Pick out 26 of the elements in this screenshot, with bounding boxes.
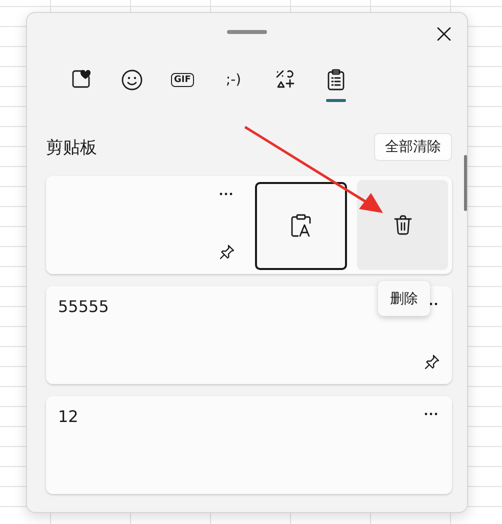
item-text: 55555: [58, 297, 109, 316]
paste-as-text-icon: [290, 214, 312, 238]
smiley-icon: [120, 69, 142, 91]
close-icon: [437, 27, 451, 41]
pin-icon[interactable]: [219, 244, 235, 260]
tooltip: 删除: [378, 281, 430, 316]
item-text: 12: [58, 407, 78, 426]
pin-icon[interactable]: [424, 354, 440, 370]
scrollbar[interactable]: [464, 155, 467, 211]
kaomoji-label: ;-): [226, 71, 242, 90]
trash-icon: [394, 215, 412, 235]
heart-card-icon: [70, 69, 90, 89]
kaomoji-tab[interactable]: ;-): [208, 69, 259, 109]
drag-handle[interactable]: [227, 30, 267, 34]
clipboard-item[interactable]: 12: [46, 396, 452, 494]
symbols-icon: [274, 69, 294, 89]
delete-button[interactable]: [357, 180, 448, 270]
paste-as-text-button[interactable]: [255, 182, 347, 270]
clear-all-button[interactable]: 全部清除: [374, 133, 452, 161]
clipboard-icon: [326, 69, 344, 91]
section-title: 剪贴板: [46, 136, 97, 158]
gif-tab[interactable]: GIF: [157, 69, 208, 109]
more-icon[interactable]: [217, 190, 235, 198]
gif-label: GIF: [171, 73, 194, 87]
clipboard-item[interactable]: [46, 176, 247, 274]
more-icon[interactable]: [422, 410, 440, 418]
